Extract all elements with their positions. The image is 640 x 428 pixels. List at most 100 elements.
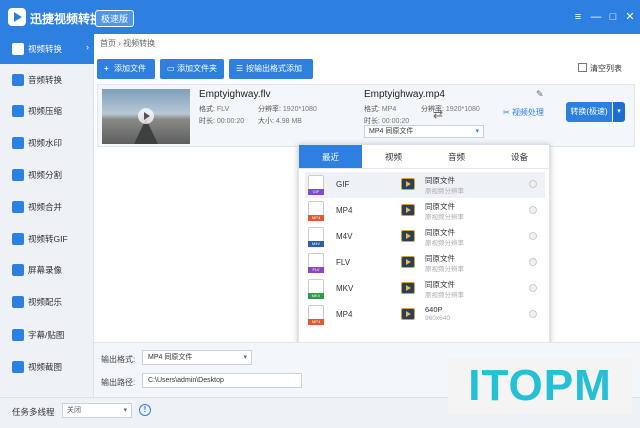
sidebar-item-label: 视频转换 <box>28 44 63 54</box>
sidebar-item-label: 音频转换 <box>28 75 63 85</box>
chevron-right-icon: › <box>86 42 89 52</box>
sidebar-item-video-convert[interactable]: 视频转换 › <box>0 34 94 64</box>
multithread-value: 关闭 <box>67 407 81 414</box>
format-row-mp4[interactable]: MP4 MP4 同原文件 原视频分辨率 <box>305 198 545 224</box>
select-radio[interactable] <box>529 284 537 292</box>
format-row-mp4-640p[interactable]: MP4 MP4 640P 960x640 <box>305 302 545 328</box>
sidebar-item-subtitle[interactable]: 字幕/贴图 <box>0 320 94 350</box>
select-radio[interactable] <box>529 206 537 214</box>
tab-video[interactable]: 视频 <box>362 145 425 169</box>
add-file-button[interactable]: + 添加文件 <box>97 59 155 79</box>
output-resolution: 分辨率: 1920*1080 <box>421 106 480 113</box>
format-name: M4V <box>336 232 353 241</box>
output-path-field[interactable]: C:\Users\admin\Desktop <box>142 373 302 388</box>
title-bar: 迅捷视频转换器 极速版 ≡ — □ ✕ <box>0 0 640 34</box>
sidebar-item-label: 视频截图 <box>28 362 63 372</box>
select-radio[interactable] <box>529 232 537 240</box>
clear-list-button[interactable]: 清空列表 <box>578 63 622 74</box>
tab-recent[interactable]: 最近 <box>299 145 362 169</box>
output-format-value: MP4 同原文件 <box>148 354 193 361</box>
format-name: MP4 <box>336 206 353 215</box>
format-row-mkv[interactable]: MKV MKV 同原文件 原视频分辨率 <box>305 276 545 302</box>
mp4-file-strip: MP4 <box>308 319 324 325</box>
m4v-file-strip: M4V <box>308 241 324 247</box>
quality-subtitle: 原视频分辨率 <box>425 240 464 247</box>
sidebar-item-audio-convert[interactable]: 音频转换 <box>0 65 94 95</box>
tab-audio[interactable]: 音频 <box>425 145 488 169</box>
add-by-format-label: 按输出格式添加 <box>246 64 302 73</box>
select-radio[interactable] <box>529 310 537 318</box>
sidebar-item-label: 屏幕录像 <box>28 265 63 275</box>
source-format: 格式: FLV <box>199 106 230 113</box>
tab-device[interactable]: 设备 <box>488 145 551 169</box>
quality-subtitle: 原视频分辨率 <box>425 188 464 195</box>
mp4-file-strip: MP4 <box>308 215 324 221</box>
screenshot-icon <box>12 361 24 373</box>
sidebar-item-label: 字幕/贴图 <box>28 330 65 340</box>
pencil-icon[interactable]: ✎ <box>536 89 544 100</box>
breadcrumb-home[interactable]: 首页 <box>100 39 116 48</box>
convert-dropdown-button[interactable]: ▾ <box>613 102 625 122</box>
maximize-icon[interactable]: □ <box>605 9 621 25</box>
record-icon <box>12 264 24 276</box>
sidebar-item-video-music[interactable]: 视频配乐 <box>0 287 94 317</box>
add-by-format-button[interactable]: ☰ 按输出格式添加 <box>229 59 313 79</box>
sidebar-item-video-merge[interactable]: 视频合并 <box>0 192 94 222</box>
close-icon[interactable]: ✕ <box>622 9 638 25</box>
breadcrumb-separator: › <box>118 39 121 48</box>
m4v-file-icon: M4V <box>308 227 324 247</box>
folder-icon: ▭ <box>167 64 175 73</box>
format-popup: 最近 视频 音频 设备 GIF GIF 同原文件 原视频分辨率 MP4 MP4 … <box>298 144 551 352</box>
version-badge: 极速版 <box>95 10 135 27</box>
video-quality-icon <box>401 204 415 216</box>
gif-file-icon: GIF <box>308 175 324 195</box>
format-row-gif[interactable]: GIF GIF 同原文件 原视频分辨率 <box>305 172 545 198</box>
output-format-select[interactable]: MP4 同原文件 ▾ <box>364 125 484 138</box>
multithread-label: 任务多线程 <box>12 407 55 417</box>
clear-list-label: 清空列表 <box>590 64 622 73</box>
sidebar-item-video-watermark[interactable]: 视频水印 <box>0 128 94 158</box>
breadcrumb: 首页 › 视频转换 <box>100 38 155 49</box>
sidebar-item-video-screenshot[interactable]: 视频截图 <box>0 352 94 382</box>
sidebar-item-video-split[interactable]: 视频分割 <box>0 160 94 190</box>
flv-file-strip: FLV <box>308 267 324 273</box>
gif-icon <box>12 233 24 245</box>
info-icon[interactable]: ! <box>139 404 151 416</box>
add-folder-label: 添加文件夹 <box>177 64 217 73</box>
watermark-icon <box>12 137 24 149</box>
video-process-button[interactable]: ✂ 视频处理 <box>503 107 544 118</box>
add-folder-button[interactable]: ▭ 添加文件夹 <box>160 59 224 79</box>
select-radio[interactable] <box>529 258 537 266</box>
sidebar-item-screen-record[interactable]: 屏幕录像 <box>0 255 94 285</box>
output-file-name: Emptyighway.mp4 <box>364 89 445 100</box>
audio-icon <box>12 74 24 86</box>
video-thumbnail[interactable] <box>102 89 190 144</box>
output-format-field[interactable]: MP4 同原文件 ▾ <box>142 350 252 365</box>
source-resolution: 分辨率: 1920*1080 <box>258 106 317 113</box>
video-quality-icon <box>401 308 415 320</box>
music-icon <box>12 296 24 308</box>
video-quality-icon <box>401 178 415 190</box>
select-radio[interactable] <box>529 180 537 188</box>
quality-subtitle: 原视频分辨率 <box>425 266 464 273</box>
quality-subtitle: 原视频分辨率 <box>425 292 464 299</box>
sidebar-item-video-compress[interactable]: 视频压缩 <box>0 96 94 126</box>
menu-icon[interactable]: ≡ <box>570 9 586 25</box>
mp4-file-icon: MP4 <box>308 305 324 325</box>
video-process-label: 视频处理 <box>511 108 544 117</box>
play-icon[interactable] <box>138 108 154 124</box>
watermark-logo: ITOPM <box>448 358 632 414</box>
format-name: FLV <box>336 258 351 267</box>
source-size: 大小: 4.98 MB <box>258 118 302 125</box>
minimize-icon[interactable]: — <box>588 9 604 25</box>
sidebar-item-label: 视频合并 <box>28 202 63 212</box>
sidebar-item-video-gif[interactable]: 视频转GIF <box>0 224 94 254</box>
convert-button[interactable]: 转换(极速) <box>566 102 612 122</box>
format-row-flv[interactable]: FLV FLV 同原文件 原视频分辨率 <box>305 250 545 276</box>
source-file-name: Emptyighway.flv <box>199 89 271 100</box>
mkv-file-icon: MKV <box>308 279 324 299</box>
multithread-select[interactable]: 关闭 ▾ <box>62 403 132 418</box>
sidebar-item-label: 视频配乐 <box>28 297 63 307</box>
format-name: MKV <box>336 284 354 293</box>
format-row-m4v[interactable]: M4V M4V 同原文件 原视频分辨率 <box>305 224 545 250</box>
